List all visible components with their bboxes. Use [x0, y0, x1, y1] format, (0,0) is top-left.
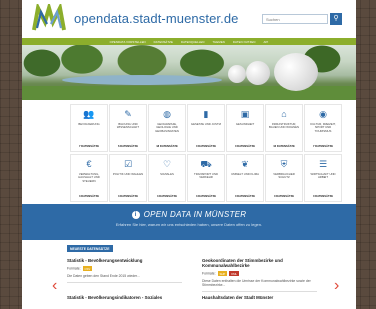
- format-label: Formate:: [67, 266, 81, 271]
- search-icon: ⚲: [333, 15, 339, 22]
- latest-datasets-section: NEUESTE DATENSÄTZE ‹ › Statistik - Bevöl…: [22, 240, 356, 309]
- category-tile-infrastruktur[interactable]: ⌂ INFRASTRUKTUR, BAUEN UND WOHNEN 16 DAT…: [265, 104, 303, 152]
- search-input[interactable]: [262, 14, 328, 24]
- news-column-left: Statistik - Bevölkerungsentwicklung Form…: [67, 258, 182, 300]
- main-nav: OPENDATA VORSTELLEN DATENSÄTZE DATENQUEL…: [22, 38, 356, 45]
- checkbox-icon: ☑: [123, 159, 133, 169]
- dataset-title[interactable]: Haushaltsdaten der Stadt Münster: [202, 295, 317, 300]
- category-tile-transport[interactable]: ⛟ TRANSPORT UND VERKEHR 3 DATENSÄTZE: [187, 154, 225, 202]
- category-tile-politik[interactable]: ☑ POLITIK UND WAHLEN 3 DATENSÄTZE: [109, 154, 147, 202]
- category-tile-soziales[interactable]: ♡ SOZIALES 3 DATENSÄTZE: [148, 154, 186, 202]
- banner-subtitle: Erfahren Sie hier, warum wir uns entschi…: [115, 222, 263, 227]
- book-icon: ▮: [203, 109, 209, 119]
- banner-title: OPEN DATA IN MÜNSTER: [143, 210, 247, 219]
- page: opendata.stadt-muenster.de ⚲ OPENDATA VO…: [22, 0, 356, 309]
- category-tile-wirtschaft[interactable]: ☰ WIRTSCHAFT UND ARBEIT 0 DATENSÄTZE: [304, 154, 342, 202]
- nav-item-api[interactable]: API: [264, 40, 269, 44]
- database-icon: ☰: [318, 159, 328, 169]
- category-tile-verbraucherschutz[interactable]: ⛨ VERBRAUCHER SCHUTZ 0 DATENSÄTZE: [265, 154, 303, 202]
- site-logo[interactable]: [32, 4, 66, 34]
- category-tile-gesetze[interactable]: ▮ GESETZE UND JUSTIZ 0 DATENSÄTZE: [187, 104, 225, 152]
- open-data-banner[interactable]: i OPEN DATA IN MÜNSTER Erfahren Sie hier,…: [22, 204, 356, 240]
- leaf-icon: ❦: [241, 159, 249, 169]
- news-column-right: Geokoordinaten der Stimmbezirke und Komm…: [202, 258, 317, 300]
- shield-icon: ⛨: [280, 159, 288, 169]
- globe-icon: ◍: [163, 109, 171, 119]
- nav-item-daten-nutzen[interactable]: DATEN NUTZEN: [233, 40, 256, 44]
- category-grid: 👥 BEVÖLKERUNG 7 DATENSÄTZE ✎ BILDUNG UND…: [70, 104, 342, 202]
- category-tile-bildung[interactable]: ✎ BILDUNG UND WISSENSCHAFT 6 DATENSÄTZE: [109, 104, 147, 152]
- euro-icon: €: [86, 159, 92, 169]
- home-icon: ⌂: [281, 109, 287, 119]
- category-tile-umwelt[interactable]: ❦ UMWELT UND KLIMA 0 DATENSÄTZE: [226, 154, 264, 202]
- chevron-right-icon[interactable]: ›: [334, 278, 339, 294]
- truck-icon: ⛟: [200, 159, 212, 169]
- dataset-title[interactable]: Statistik - Bevölkerungsindikatoren - So…: [67, 295, 182, 300]
- heart-icon: ♡: [162, 159, 172, 169]
- category-tile-bevoelkerung[interactable]: 👥 BEVÖLKERUNG 7 DATENSÄTZE: [70, 104, 108, 152]
- info-icon: i: [131, 211, 140, 219]
- people-icon: 👥: [83, 109, 95, 119]
- pencil-icon: ✎: [124, 109, 132, 119]
- medkit-icon: ▣: [240, 109, 250, 119]
- category-tile-geographie[interactable]: ◍ GEOGRAPHIE, GEOLOGIE UND GEOBASISDATEN…: [148, 104, 186, 152]
- nav-item-datensaetze[interactable]: DATENSÄTZE: [154, 40, 173, 44]
- nav-item-themen[interactable]: THEMEN: [213, 40, 225, 44]
- format-badge-csv[interactable]: CSV: [82, 266, 93, 271]
- eye-icon: ◉: [319, 109, 327, 119]
- site-title[interactable]: opendata.stadt-muenster.de: [74, 11, 239, 26]
- dataset-title[interactable]: Geokoordinaten der Stimmbezirke und Komm…: [202, 258, 317, 268]
- site-header: opendata.stadt-muenster.de ⚲: [22, 0, 356, 38]
- format-label: Formate:: [202, 271, 216, 276]
- nav-item-datenquellen[interactable]: DATENQUELLEN: [181, 40, 205, 44]
- format-badge-kml[interactable]: KML: [229, 271, 240, 276]
- category-tile-kultur[interactable]: ◉ KULTUR, FREIZEIT, SPORT UND TOURISMUS …: [304, 104, 342, 152]
- chevron-left-icon[interactable]: ‹: [52, 278, 57, 294]
- nav-item-opendata[interactable]: OPENDATA VORSTELLEN: [110, 40, 146, 44]
- latest-datasets-label: NEUESTE DATENSÄTZE: [67, 245, 113, 252]
- search-button[interactable]: ⚲: [330, 13, 342, 25]
- dataset-description: Die Daten geben den Stand Ende 2015 wied…: [67, 274, 140, 278]
- dataset-title[interactable]: Statistik - Bevölkerungsentwicklung: [67, 258, 182, 263]
- format-badge-shp[interactable]: SHP: [217, 271, 228, 276]
- category-tile-verwaltung[interactable]: € VERWALTUNG, HAUSHALT UND STEUERN 3 DAT…: [70, 154, 108, 202]
- dataset-description: Diese Daten enthalten die Umrisse der Ko…: [202, 279, 311, 288]
- category-tile-gesundheit[interactable]: ▣ GESUNDHEIT 0 DATENSÄTZE: [226, 104, 264, 152]
- hero-image: [22, 45, 356, 100]
- category-section: 👥 BEVÖLKERUNG 7 DATENSÄTZE ✎ BILDUNG UND…: [22, 100, 356, 204]
